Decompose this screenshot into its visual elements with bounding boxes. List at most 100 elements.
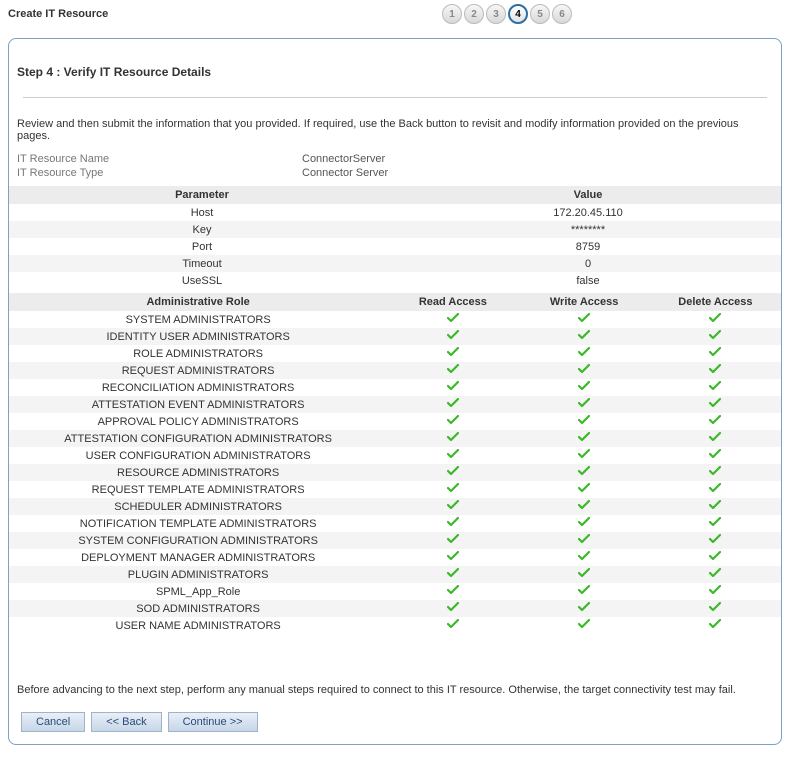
role-write-cell: [519, 447, 650, 464]
role-name: NOTIFICATION TEMPLATE ADMINISTRATORS: [9, 515, 387, 532]
check-icon: [709, 500, 721, 510]
role-write-cell: [519, 379, 650, 396]
role-name: DEPLOYMENT MANAGER ADMINISTRATORS: [9, 549, 387, 566]
step-heading: Step 4 : Verify IT Resource Details: [9, 51, 781, 97]
check-icon: [447, 551, 459, 561]
role-name: SYSTEM ADMINISTRATORS: [9, 311, 387, 328]
role-name: PLUGIN ADMINISTRATORS: [9, 566, 387, 583]
role-del-cell: [650, 549, 781, 566]
role-name: SOD ADMINISTRATORS: [9, 600, 387, 617]
check-icon: [447, 602, 459, 612]
role-read-cell: [387, 362, 518, 379]
check-icon: [578, 364, 590, 374]
role-row: RECONCILIATION ADMINISTRATORS: [9, 379, 781, 396]
role-name: USER CONFIGURATION ADMINISTRATORS: [9, 447, 387, 464]
role-del-cell: [650, 413, 781, 430]
param-value: 0: [395, 255, 781, 272]
role-row: REQUEST TEMPLATE ADMINISTRATORS: [9, 481, 781, 498]
role-name: USER NAME ADMINISTRATORS: [9, 617, 387, 634]
role-write-cell: [519, 396, 650, 413]
role-read-cell: [387, 396, 518, 413]
step-circle-1[interactable]: 1: [442, 4, 462, 24]
delete-header: Delete Access: [650, 293, 781, 311]
check-icon: [578, 500, 590, 510]
back-button[interactable]: << Back: [91, 712, 161, 732]
role-row: ATTESTATION EVENT ADMINISTRATORS: [9, 396, 781, 413]
footer-warning: Before advancing to the next step, perfo…: [9, 634, 781, 706]
check-icon: [709, 585, 721, 595]
role-read-cell: [387, 600, 518, 617]
role-name: ATTESTATION EVENT ADMINISTRATORS: [9, 396, 387, 413]
check-icon: [447, 500, 459, 510]
role-read-cell: [387, 311, 518, 328]
cancel-button[interactable]: Cancel: [21, 712, 85, 732]
role-read-cell: [387, 549, 518, 566]
check-icon: [709, 330, 721, 340]
role-row: APPROVAL POLICY ADMINISTRATORS: [9, 413, 781, 430]
review-instructions: Review and then submit the information t…: [9, 118, 781, 152]
check-icon: [447, 517, 459, 527]
check-icon: [578, 347, 590, 357]
role-row: SPML_App_Role: [9, 583, 781, 600]
role-write-cell: [519, 464, 650, 481]
check-icon: [578, 517, 590, 527]
param-value: false: [395, 272, 781, 289]
divider: [23, 97, 767, 98]
check-icon: [709, 432, 721, 442]
role-del-cell: [650, 328, 781, 345]
param-name: Key: [9, 221, 395, 238]
check-icon: [578, 483, 590, 493]
role-name: RESOURCE ADMINISTRATORS: [9, 464, 387, 481]
step-circle-5[interactable]: 5: [530, 4, 550, 24]
role-del-cell: [650, 617, 781, 634]
role-del-cell: [650, 498, 781, 515]
check-icon: [578, 568, 590, 578]
check-icon: [709, 449, 721, 459]
check-icon: [709, 517, 721, 527]
role-write-cell: [519, 498, 650, 515]
param-name: Host: [9, 204, 395, 221]
role-name: IDENTITY USER ADMINISTRATORS: [9, 328, 387, 345]
role-header: Administrative Role: [9, 293, 387, 311]
continue-button[interactable]: Continue >>: [168, 712, 258, 732]
role-read-cell: [387, 345, 518, 362]
role-read-cell: [387, 413, 518, 430]
check-icon: [578, 330, 590, 340]
param-value: 172.20.45.110: [395, 204, 781, 221]
role-row: USER NAME ADMINISTRATORS: [9, 617, 781, 634]
param-row: UseSSLfalse: [9, 272, 781, 289]
role-row: IDENTITY USER ADMINISTRATORS: [9, 328, 781, 345]
check-icon: [447, 534, 459, 544]
check-icon: [447, 432, 459, 442]
read-header: Read Access: [387, 293, 518, 311]
role-write-cell: [519, 532, 650, 549]
check-icon: [709, 313, 721, 323]
resource-type-value: Connector Server: [302, 167, 388, 179]
role-read-cell: [387, 328, 518, 345]
step-circle-2[interactable]: 2: [464, 4, 484, 24]
check-icon: [578, 534, 590, 544]
role-read-cell: [387, 515, 518, 532]
check-icon: [578, 466, 590, 476]
param-name: Port: [9, 238, 395, 255]
role-row: SCHEDULER ADMINISTRATORS: [9, 498, 781, 515]
role-del-cell: [650, 447, 781, 464]
role-name: REQUEST ADMINISTRATORS: [9, 362, 387, 379]
role-write-cell: [519, 481, 650, 498]
parameters-table: Parameter Value Host172.20.45.110Key****…: [9, 186, 781, 289]
role-read-cell: [387, 447, 518, 464]
role-write-cell: [519, 549, 650, 566]
check-icon: [578, 585, 590, 595]
step-circle-3[interactable]: 3: [486, 4, 506, 24]
check-icon: [447, 364, 459, 374]
resource-type-label: IT Resource Type: [17, 167, 302, 179]
role-del-cell: [650, 379, 781, 396]
role-del-cell: [650, 515, 781, 532]
step-circle-6[interactable]: 6: [552, 4, 572, 24]
check-icon: [447, 619, 459, 629]
role-del-cell: [650, 583, 781, 600]
check-icon: [578, 313, 590, 323]
role-write-cell: [519, 430, 650, 447]
param-name: Timeout: [9, 255, 395, 272]
role-read-cell: [387, 464, 518, 481]
